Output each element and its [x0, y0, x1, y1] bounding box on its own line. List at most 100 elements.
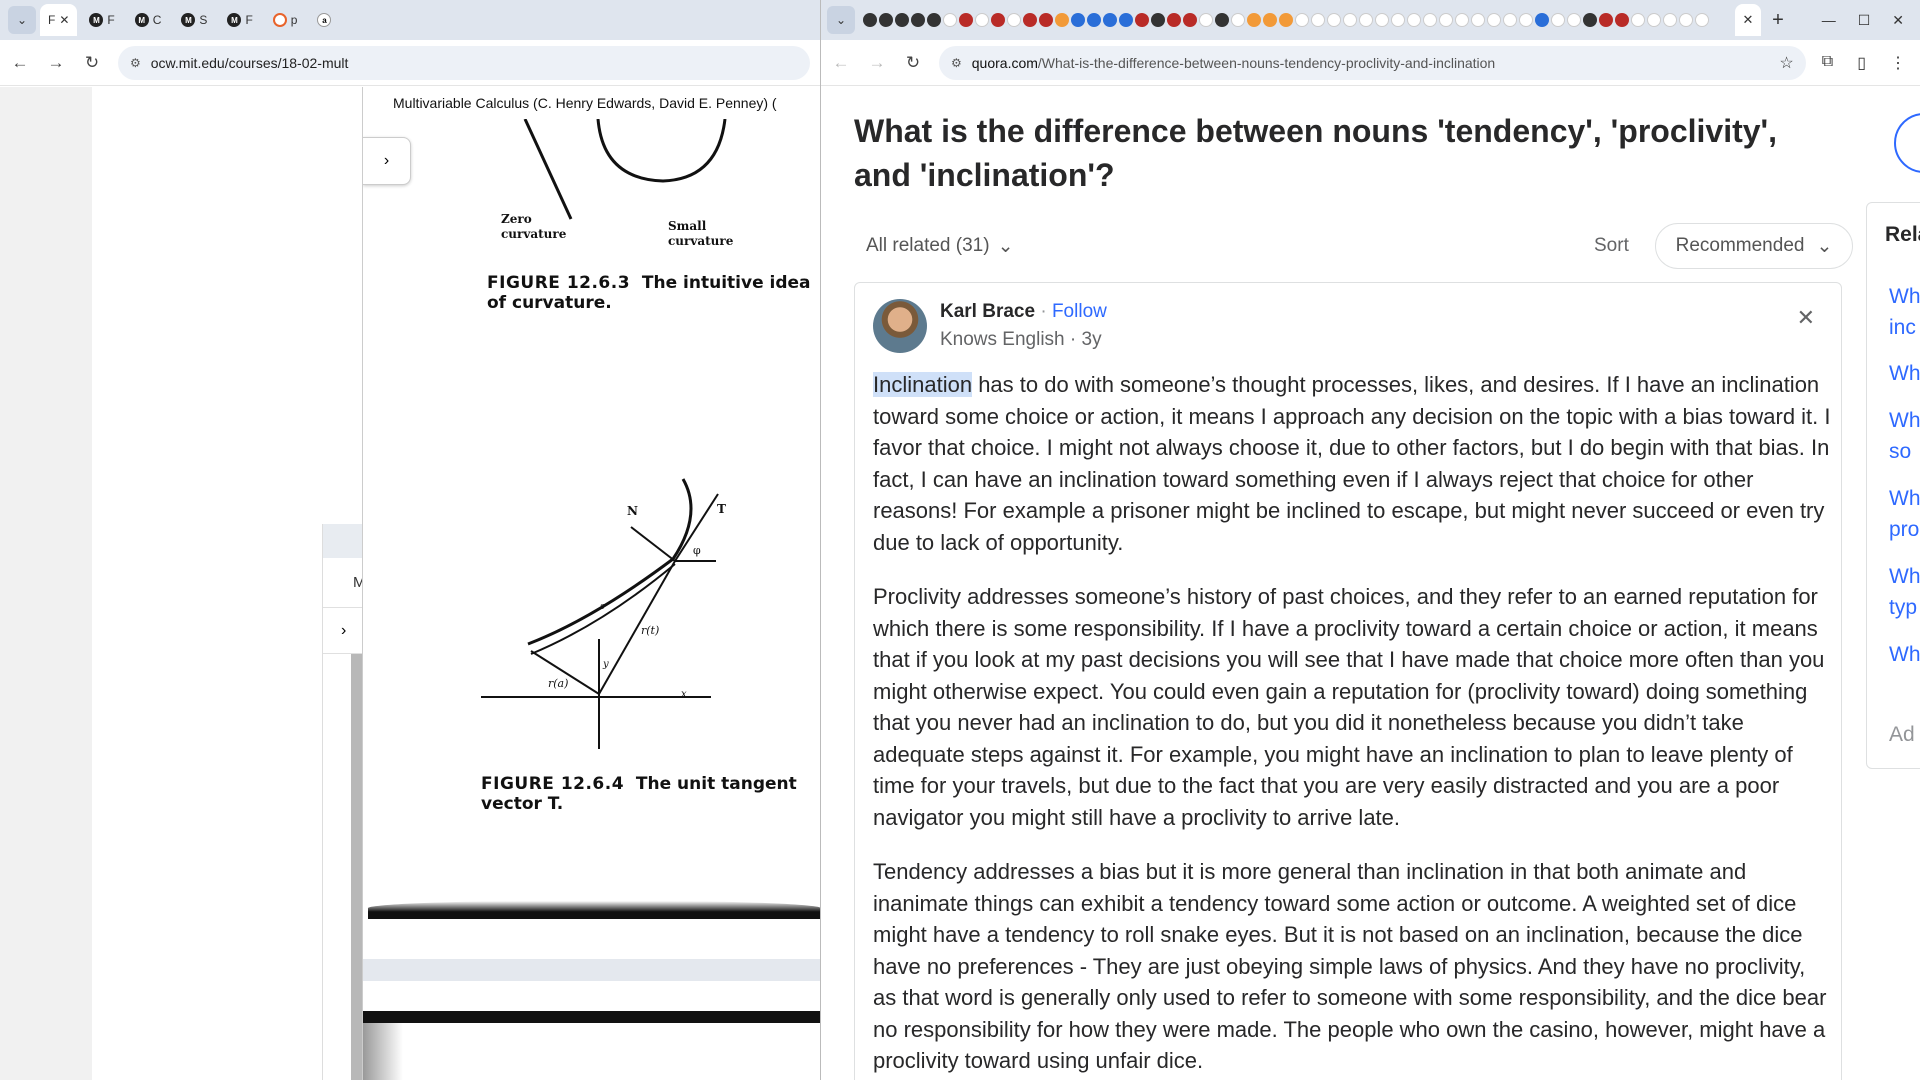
site-info-icon[interactable]: ⚙	[130, 56, 141, 70]
all-related-dropdown[interactable]: All related (31) ⌄	[854, 223, 1025, 269]
tab-favicon[interactable]	[1327, 13, 1341, 27]
tab-search-button[interactable]: ⌄	[8, 6, 36, 34]
tab-favicon[interactable]	[1599, 13, 1613, 27]
tab-favicon[interactable]	[1247, 13, 1261, 27]
tab-ocw-1[interactable]: MF	[81, 4, 122, 36]
tab-favicon[interactable]	[1055, 13, 1069, 27]
tab-favicon[interactable]	[1551, 13, 1565, 27]
tab-favicon[interactable]	[975, 13, 989, 27]
back-icon[interactable]: ←	[831, 53, 851, 73]
tab-favicon[interactable]	[879, 13, 893, 27]
tab-active[interactable]: F ✕	[40, 4, 78, 36]
tab-ocw-3[interactable]: MS	[173, 4, 215, 36]
new-tab-icon[interactable]: +	[1761, 9, 1795, 32]
tab-favicon[interactable]	[1487, 13, 1501, 27]
tab-favicon[interactable]	[1535, 13, 1549, 27]
tab-favicon[interactable]	[911, 13, 925, 27]
address-bar[interactable]: ⚙ ocw.mit.edu/courses/18-02-mult	[118, 45, 810, 80]
tab-favicon[interactable]	[1007, 13, 1021, 27]
tab-favicon[interactable]	[1375, 13, 1389, 27]
tab-favicon[interactable]	[927, 13, 941, 27]
reload-icon[interactable]: ↻	[903, 53, 923, 73]
tab-favicon[interactable]	[1103, 13, 1117, 27]
related-link[interactable]: typ	[1889, 592, 1917, 623]
chevron-right-icon[interactable]: ›	[363, 137, 411, 185]
tab-favicon[interactable]	[1503, 13, 1517, 27]
tab-amazon[interactable]: a	[309, 4, 339, 36]
tab-favicon[interactable]	[1631, 13, 1645, 27]
tab-favicon[interactable]	[1439, 13, 1453, 27]
close-tab-icon[interactable]: ✕	[59, 13, 69, 27]
tab-favicon[interactable]	[1087, 13, 1101, 27]
site-info-icon[interactable]: ⚙	[951, 56, 962, 70]
related-link[interactable]: Wh	[1889, 358, 1920, 389]
tab-favicon[interactable]	[1119, 13, 1133, 27]
tab-favicon[interactable]	[1583, 13, 1597, 27]
profile-avatar-button[interactable]	[1894, 113, 1920, 173]
tab-favicon[interactable]	[1263, 13, 1277, 27]
tab-favicon[interactable]	[1647, 13, 1661, 27]
tab-favicon[interactable]	[1695, 13, 1709, 27]
tab-favicon[interactable]	[1359, 13, 1373, 27]
related-link[interactable]: Wh	[1889, 405, 1920, 436]
tab-favicon[interactable]	[1215, 13, 1229, 27]
tab-favicon[interactable]	[1295, 13, 1309, 27]
tab-favicon[interactable]	[895, 13, 909, 27]
extensions-icon[interactable]: ⧉	[1822, 53, 1833, 73]
related-link[interactable]: so	[1889, 436, 1911, 467]
reading-mode-icon[interactable]: ▯	[1857, 53, 1866, 73]
avatar[interactable]	[873, 299, 927, 353]
close-icon[interactable]: ✕	[1797, 305, 1815, 331]
back-icon[interactable]: ←	[10, 53, 30, 73]
related-link[interactable]: inc	[1889, 312, 1916, 343]
maximize-icon[interactable]: ☐	[1858, 12, 1871, 29]
tab-favicon[interactable]	[1679, 13, 1693, 27]
tab-favicon[interactable]	[1071, 13, 1085, 27]
tab-ocw-2[interactable]: MC	[127, 4, 170, 36]
close-window-icon[interactable]: ✕	[1892, 12, 1904, 29]
tab-search-button[interactable]: ⌄	[827, 6, 855, 34]
tab-favicon[interactable]	[1343, 13, 1357, 27]
tab-orange[interactable]: p	[265, 4, 306, 36]
bookmark-star-icon[interactable]: ☆	[1779, 53, 1793, 73]
tab-favicon[interactable]	[1407, 13, 1421, 27]
tab-favicon[interactable]	[1455, 13, 1469, 27]
tab-favicon[interactable]	[1183, 13, 1197, 27]
tab-favicon[interactable]	[943, 13, 957, 27]
tab-favicon[interactable]	[959, 13, 973, 27]
follow-button[interactable]: Follow	[1052, 301, 1107, 322]
tab-favicon[interactable]	[863, 13, 877, 27]
tab-favicon[interactable]	[1167, 13, 1181, 27]
tab-favicon[interactable]	[1471, 13, 1485, 27]
tab-favicon[interactable]	[1663, 13, 1677, 27]
related-link[interactable]: Wh	[1889, 639, 1920, 670]
minimize-icon[interactable]: —	[1822, 12, 1836, 29]
forward-icon[interactable]: →	[867, 53, 887, 73]
tab-favicon[interactable]	[1423, 13, 1437, 27]
tab-favicon[interactable]	[1391, 13, 1405, 27]
related-link[interactable]: Wh	[1889, 561, 1920, 592]
tab-favicon[interactable]	[1311, 13, 1325, 27]
tab-favicon[interactable]	[991, 13, 1005, 27]
tab-favicon[interactable]	[1039, 13, 1053, 27]
sort-dropdown[interactable]: Recommended ⌄	[1655, 223, 1853, 269]
related-link[interactable]: pro	[1889, 514, 1919, 545]
tab-favicon[interactable]	[1279, 13, 1293, 27]
related-link[interactable]: Wh	[1889, 281, 1920, 312]
active-tab-close-icon[interactable]: ✕	[1735, 4, 1761, 36]
related-link[interactable]: Wh	[1889, 483, 1920, 514]
tab-favicon[interactable]	[1231, 13, 1245, 27]
forward-icon[interactable]: →	[46, 53, 66, 73]
tab-ocw-4[interactable]: MF	[219, 4, 260, 36]
tab-favicon[interactable]	[1135, 13, 1149, 27]
address-bar[interactable]: ⚙ quora.com/What-is-the-difference-betwe…	[939, 45, 1806, 80]
reload-icon[interactable]: ↻	[82, 53, 102, 73]
tab-favicon[interactable]	[1519, 13, 1533, 27]
tab-favicon[interactable]	[1567, 13, 1581, 27]
menu-icon[interactable]: ⋮	[1890, 53, 1906, 73]
tab-favicon[interactable]	[1199, 13, 1213, 27]
author-name[interactable]: Karl Brace	[940, 301, 1035, 322]
tab-favicon[interactable]	[1615, 13, 1629, 27]
tab-favicon[interactable]	[1151, 13, 1165, 27]
tab-favicon[interactable]	[1023, 13, 1037, 27]
